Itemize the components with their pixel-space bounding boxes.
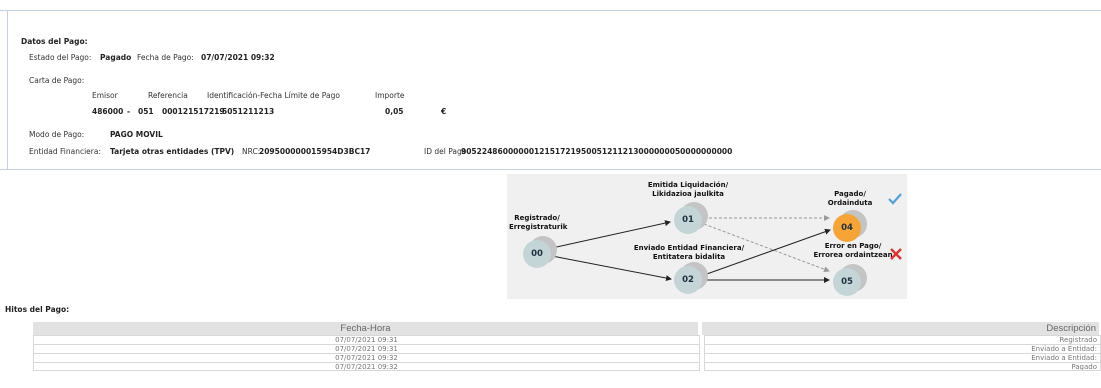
table-row: 07/07/2021 09:32 Pagado [33, 362, 1101, 371]
emisor-sufijo: 051 [138, 107, 154, 116]
nrc-label: NRC: [242, 147, 261, 156]
identificacion-value: 5051211213 [222, 107, 275, 116]
node-02: 02 [674, 262, 708, 296]
cell-fecha: 07/07/2021 09:31 [33, 344, 700, 353]
header-descripcion[interactable]: Descripción [702, 322, 1099, 335]
id-value: 9052248600000012151721950051211213000000… [461, 147, 733, 156]
hitos-table: Fecha-Hora Descripción 07/07/2021 09:31 … [33, 322, 1101, 371]
node-02-label: Enviado Entidad Financiera/Entitatera bi… [633, 244, 745, 261]
table-header-row: Fecha-Hora Descripción [33, 322, 1101, 335]
hitos-title: Hitos del Pago: [5, 305, 70, 314]
status-diagram: Registrado/Erregistraturik 00 Emitida Li… [507, 174, 907, 299]
table-row: 07/07/2021 09:31 Enviado a Entidad: [33, 344, 1101, 353]
col-identificacion: Identificación-Fecha Límite de Pago [207, 91, 340, 100]
estado-label: Estado del Pago: [29, 53, 92, 62]
entidad-label: Entidad Financiera: [29, 147, 102, 156]
col-emisor: Emisor [92, 91, 118, 100]
cell-fecha: 07/07/2021 09:32 [33, 353, 700, 362]
node-00-label: Registrado/Erregistraturik [509, 214, 568, 231]
importe-value: 0,05 [385, 107, 404, 116]
col-referencia: Referencia [148, 91, 188, 100]
node-04: 04 [833, 210, 867, 244]
modo-label: Modo de Pago: [29, 130, 85, 139]
cell-descripcion: Pagado [704, 362, 1101, 371]
header-fecha[interactable]: Fecha-Hora [33, 322, 698, 335]
table-row: 07/07/2021 09:32 Enviado a Entidad: [33, 353, 1101, 362]
fecha-label: Fecha de Pago: [137, 53, 194, 62]
cell-descripcion: Enviado a Entidad: [704, 344, 1101, 353]
check-icon [888, 193, 902, 205]
entidad-value: Tarjeta otras entidades (TPV) [110, 147, 235, 156]
middle-divider [0, 169, 1101, 170]
table-row: 07/07/2021 09:31 Registrado [33, 335, 1101, 344]
id-label: ID del Pago [424, 147, 467, 156]
carta-label: Carta de Pago: [29, 76, 85, 85]
node-01: 01 [674, 202, 708, 236]
nrc-value: 209500000015954D3BC17 [259, 147, 371, 156]
node-04-label: Pagado/Ordainduta [827, 190, 873, 207]
modo-value: PAGO MOVIL [110, 130, 163, 139]
datos-title: Datos del Pago: [21, 37, 88, 46]
cell-fecha: 07/07/2021 09:31 [33, 335, 700, 344]
node-01-label: Emitida Liquidación/Likidazioa jaulkita [647, 181, 729, 198]
cross-icon [890, 248, 902, 260]
fecha-value: 07/07/2021 09:32 [201, 53, 275, 62]
node-05: 05 [833, 264, 867, 298]
cell-descripcion: Enviado a Entidad: [704, 353, 1101, 362]
referencia-value: 000121517219 [162, 107, 225, 116]
node-00: 00 [523, 236, 557, 270]
cell-descripcion: Registrado [704, 335, 1101, 344]
cell-fecha: 07/07/2021 09:32 [33, 362, 700, 371]
emisor-value: 486000 [92, 107, 124, 116]
moneda-value: € [441, 107, 447, 116]
col-importe: Importe [375, 91, 405, 100]
emisor-separator: - [127, 107, 131, 116]
node-05-label: Error en Pago/Errorea ordaintzean [813, 242, 893, 259]
estado-value: Pagado [100, 53, 132, 62]
